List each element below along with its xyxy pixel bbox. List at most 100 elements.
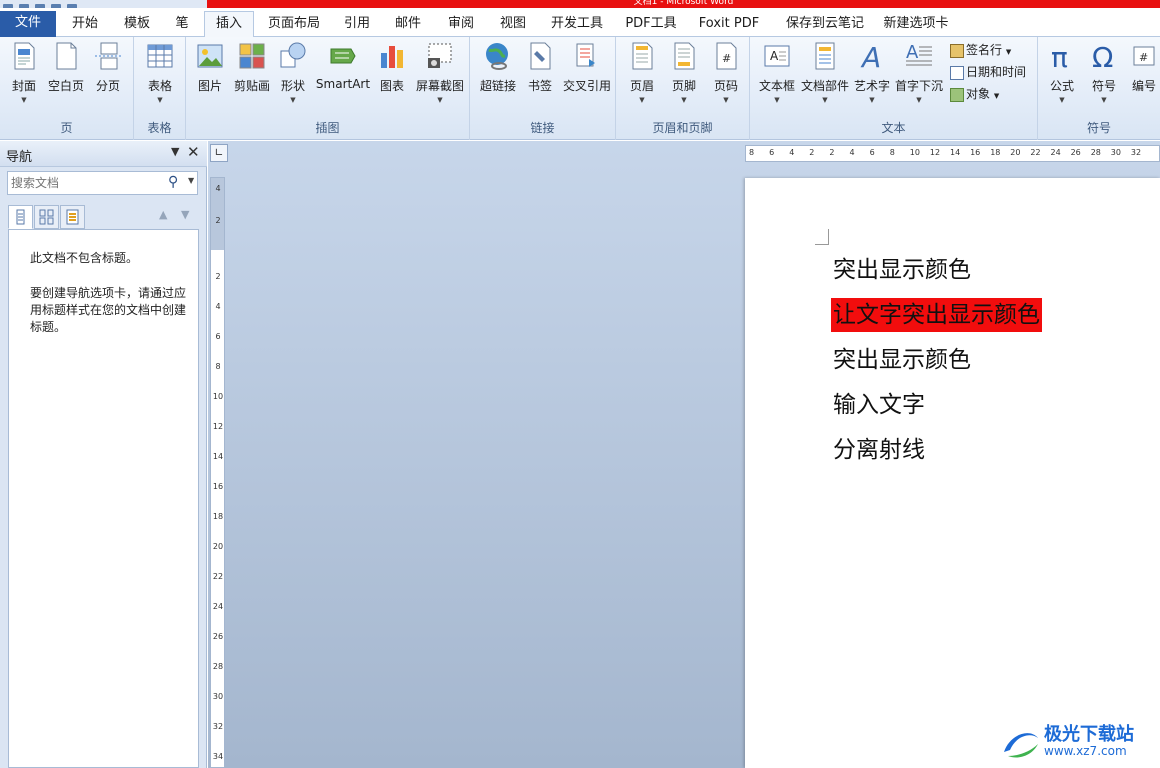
page-break-button[interactable]: 分页 [90, 41, 126, 94]
quick-parts-button[interactable]: 文档部件 ▼ [800, 41, 850, 104]
navigation-content: 此文档不包含标题。 要创建导航选项卡，请通过应用标题样式在您的文档中创建标题。 [8, 229, 199, 768]
blank-page-icon [56, 42, 77, 70]
ruler-tick-label: 20 [1010, 148, 1021, 157]
chart-button[interactable]: 图表 [374, 41, 410, 94]
tab-developer[interactable]: 开发工具 [540, 12, 614, 37]
group-header-footer: 页眉 ▼ 页脚 ▼ # 页码 ▼ 页眉和页脚 [616, 37, 750, 140]
previous-icon[interactable]: ▲ [159, 208, 167, 221]
tab-mailings[interactable]: 邮件 [384, 12, 432, 37]
ruler-tick-label: 4 [215, 302, 221, 311]
paragraph-line[interactable]: 突出显示颜色 [833, 345, 971, 375]
paragraph-line[interactable]: 分离射线 [833, 435, 925, 465]
tab-file[interactable]: 文件 [0, 11, 56, 37]
tab-selector-button[interactable]: ∟ [210, 144, 228, 162]
shapes-button[interactable]: 形状 ▼ [276, 41, 310, 104]
tab-browse-results[interactable] [60, 205, 85, 229]
group-illustrations: 图片 剪贴画 形状 ▼ SmartArt 图表 屏幕截图 ▼ 插图 [186, 37, 470, 140]
search-icon[interactable]: ⚲ [168, 174, 178, 190]
picture-button[interactable]: 图片 [192, 41, 228, 94]
navigation-header: 导航 ▼ ✕ [0, 141, 207, 167]
horizontal-ruler[interactable]: 8 6 4 2 2 4 6 8 10 12 14 16 18 20 22 24 26 28 30 32 [745, 145, 1160, 162]
watermark-brand: 极光下载站 [1044, 724, 1134, 745]
signature-line-button[interactable]: 签名行 ▼ [950, 40, 1011, 60]
pages-grid-icon [39, 209, 54, 225]
svg-text:#: # [722, 52, 731, 65]
group-table: 表格 ▼ 表格 [134, 37, 186, 140]
smartart-icon [330, 48, 356, 64]
quick-access-toolbar[interactable] [0, 0, 205, 8]
tab-references[interactable]: 引用 [334, 12, 380, 37]
bookmark-button[interactable]: 书签 [522, 41, 558, 94]
wordart-button[interactable]: A 艺术字 ▼ [852, 41, 892, 104]
cover-page-button[interactable]: 封面 ▼ [4, 41, 44, 104]
chevron-down-icon[interactable]: ▼ [188, 176, 194, 185]
tab-templates[interactable]: 模板 [112, 12, 162, 37]
cross-reference-button[interactable]: 交叉引用 [560, 41, 614, 94]
vertical-ruler[interactable]: 4 2 2 4 6 8 10 12 14 16 18 20 22 24 26 28 30 32 34 [210, 177, 225, 768]
tab-new-tab[interactable]: 新建选项卡 [878, 12, 954, 37]
tab-browse-pages[interactable] [34, 205, 59, 229]
results-icon [66, 209, 79, 225]
drop-cap-button[interactable]: A 首字下沉 ▼ [894, 41, 944, 104]
chevron-down-icon: ▼ [290, 96, 296, 104]
numbering-button[interactable]: # 编号 [1126, 41, 1160, 94]
tab-pen[interactable]: 笔 [164, 12, 200, 37]
search-box[interactable]: ⚲ ▼ [7, 171, 198, 195]
ruler-tick-label: 14 [950, 148, 961, 157]
chevron-down-icon: ▼ [1059, 96, 1065, 104]
screenshot-icon [428, 43, 452, 68]
paragraph-line[interactable]: 输入文字 [833, 390, 925, 420]
blank-page-button[interactable]: 空白页 [46, 41, 86, 94]
tab-view[interactable]: 视图 [490, 12, 536, 37]
ruler-tick-label: 24 [1050, 148, 1061, 157]
next-icon[interactable]: ▼ [181, 208, 189, 221]
paragraph-line[interactable]: 突出显示颜色 [833, 255, 971, 285]
quick-parts-icon [815, 42, 835, 70]
group-page: 封面 ▼ 空白页 分页 页 [0, 37, 134, 140]
smartart-button[interactable]: SmartArt [314, 41, 372, 91]
footer-button[interactable]: 页脚 ▼ [664, 41, 704, 104]
screenshot-button[interactable]: 屏幕截图 ▼ [412, 41, 468, 104]
ruler-tick-label: 10 [212, 392, 224, 401]
ruler-tick-label: 6 [869, 148, 875, 157]
page-number-button[interactable]: # 页码 ▼ [706, 41, 746, 104]
tab-save-cloud-note[interactable]: 保存到云笔记 [774, 12, 876, 37]
tab-pdf-tools[interactable]: PDF工具 [618, 12, 684, 37]
ruler-tick-label: 18 [990, 148, 1001, 157]
ruler-tick-label: 2 [809, 148, 815, 157]
clipart-button[interactable]: 剪贴画 [232, 41, 272, 94]
pane-options-icon[interactable]: ▼ [171, 145, 179, 158]
symbol-button[interactable]: Ω 符号 ▼ [1086, 41, 1122, 104]
tab-insert[interactable]: 插入 [204, 11, 254, 37]
tab-browse-headings[interactable] [8, 205, 33, 229]
tab-foxit-pdf[interactable]: Foxit PDF [688, 12, 770, 37]
chevron-down-icon: ▼ [157, 96, 163, 104]
ruler-tick-label: 2 [829, 148, 835, 157]
chevron-down-icon: ▼ [1005, 48, 1012, 56]
ruler-tick-label: 8 [889, 148, 895, 157]
header-icon [632, 42, 653, 70]
cross-reference-icon [576, 43, 595, 67]
ruler-tick-label: 32 [212, 722, 224, 731]
equation-button[interactable]: π 公式 ▼ [1044, 41, 1080, 104]
document-page[interactable]: 突出显示颜色 让文字突出显示颜色 突出显示颜色 输入文字 分离射线 [745, 178, 1160, 768]
text-box-button[interactable]: A 文本框 ▼ [756, 41, 798, 104]
close-icon[interactable]: ✕ [187, 143, 200, 161]
highlighted-paragraph[interactable]: 让文字突出显示颜色 [831, 298, 1042, 332]
search-input[interactable] [11, 174, 161, 192]
ruler-tick-label: 22 [212, 572, 224, 581]
svg-text:A: A [770, 49, 779, 63]
date-time-button[interactable]: 日期和时间 [950, 62, 1026, 82]
hyperlink-button[interactable]: 超链接 [476, 41, 520, 94]
tab-review[interactable]: 审阅 [436, 12, 486, 37]
header-button[interactable]: 页眉 ▼ [622, 41, 662, 104]
object-button[interactable]: 对象 ▼ [950, 84, 999, 104]
table-button[interactable]: 表格 ▼ [140, 41, 180, 104]
ruler-tick-label: 12 [212, 422, 224, 431]
chevron-down-icon: ▼ [869, 96, 875, 104]
globe-link-icon [486, 43, 508, 70]
ruler-tick-label: 4 [789, 148, 795, 157]
ruler-tick-label: 2 [215, 216, 221, 225]
tab-page-layout[interactable]: 页面布局 [258, 12, 330, 37]
tab-home[interactable]: 开始 [60, 12, 110, 37]
